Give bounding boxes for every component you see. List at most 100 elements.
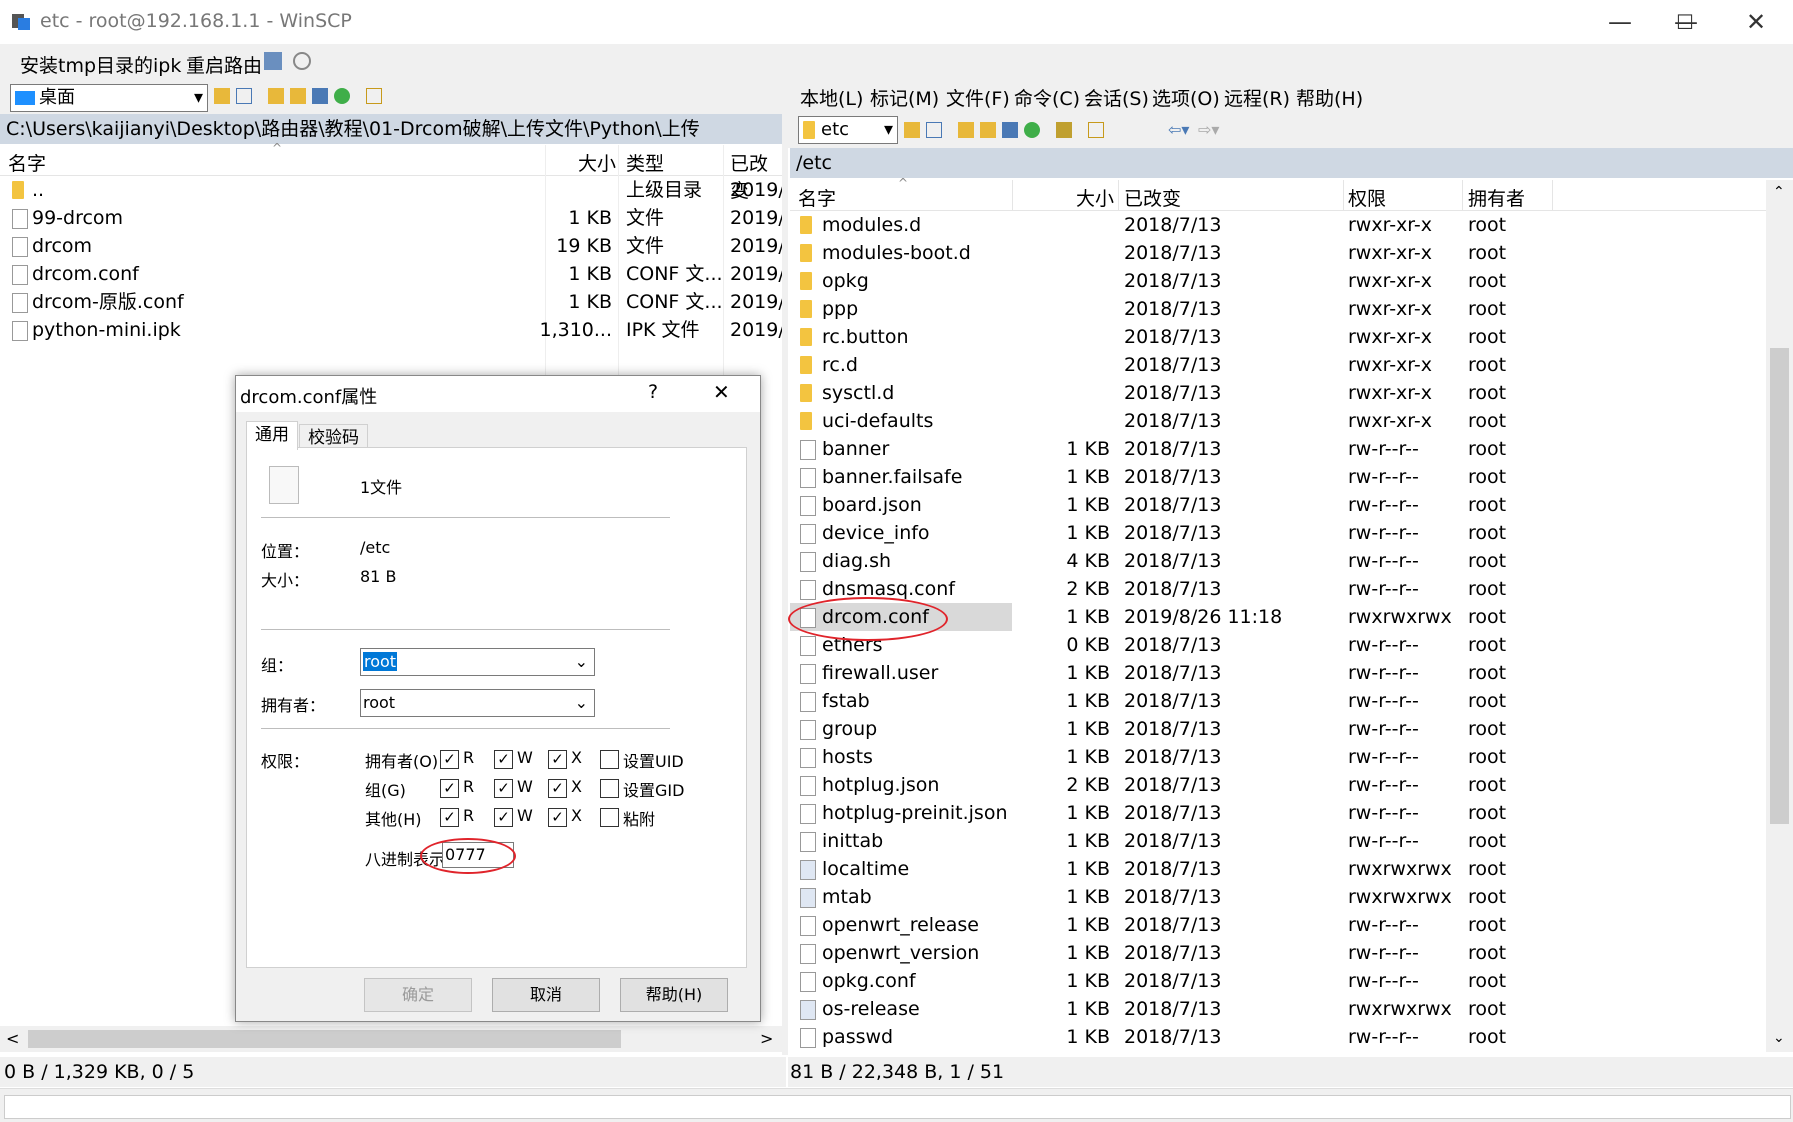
reboot-router-button[interactable]: 重启路由 xyxy=(180,49,268,80)
col-size[interactable]: 大小 xyxy=(578,149,616,176)
table-row[interactable]: drcom 19 KB 文件 2019/ xyxy=(0,232,785,260)
left-path-bar[interactable]: C:\Users\kaijianyi\Desktop\路由器\教程\01-Drc… xyxy=(0,114,788,144)
col-changed[interactable]: 已改变 xyxy=(1124,184,1181,211)
scroll-left-icon[interactable]: < xyxy=(6,1029,19,1048)
perm-x-checkbox[interactable]: ✓ xyxy=(548,808,567,827)
back-icon[interactable]: ⇦▾ xyxy=(1168,120,1189,139)
table-row[interactable]: openwrt_release 1 KB 2018/7/13 rw-r--r-- roo… xyxy=(790,911,1766,939)
table-row[interactable]: os-release 1 KB 2018/7/13 rwxrwxrwx root xyxy=(790,995,1766,1023)
parent-dir-icon[interactable] xyxy=(958,122,974,138)
perm-w-checkbox[interactable]: ✓ xyxy=(494,779,513,798)
table-row[interactable]: python-mini.ipk 1,310... IPK 文件 2019/ xyxy=(0,316,785,344)
table-row[interactable]: diag.sh 4 KB 2018/7/13 rw-r--r-- root xyxy=(790,547,1766,575)
filter-icon[interactable] xyxy=(926,122,942,138)
open-folder-icon[interactable] xyxy=(904,122,920,138)
table-row[interactable]: firewall.user 1 KB 2018/7/13 rw-r--r-- root xyxy=(790,659,1766,687)
scroll-thumb[interactable] xyxy=(1770,348,1789,824)
table-row[interactable]: device_info 1 KB 2018/7/13 rw-r--r-- root xyxy=(790,519,1766,547)
parent-dir-icon[interactable] xyxy=(268,88,284,104)
table-row[interactable]: banner 1 KB 2018/7/13 rw-r--r-- root xyxy=(790,435,1766,463)
col-rights[interactable]: 权限 xyxy=(1348,184,1386,211)
table-row[interactable]: group 1 KB 2018/7/13 rw-r--r-- root xyxy=(790,715,1766,743)
scroll-down-icon[interactable]: ⌄ xyxy=(1773,1030,1785,1046)
install-ipk-button[interactable]: 安装tmp目录的ipk xyxy=(14,49,187,80)
col-owner[interactable]: 拥有者 xyxy=(1468,184,1525,211)
perm-x-checkbox[interactable]: ✓ xyxy=(548,779,567,798)
table-row[interactable]: inittab 1 KB 2018/7/13 rw-r--r-- root xyxy=(790,827,1766,855)
col-size[interactable]: 大小 xyxy=(1076,184,1114,211)
minimize-button[interactable]: — xyxy=(1590,0,1650,44)
table-row[interactable]: fstab 1 KB 2018/7/13 rw-r--r-- root xyxy=(790,687,1766,715)
root-dir-icon[interactable] xyxy=(980,122,996,138)
table-row[interactable]: openwrt_version 1 KB 2018/7/13 rw-r--r-- roo… xyxy=(790,939,1766,967)
perm-x-checkbox[interactable]: ✓ xyxy=(548,750,567,769)
perm-w-checkbox[interactable]: ✓ xyxy=(494,750,513,769)
table-row[interactable]: hosts 1 KB 2018/7/13 rw-r--r-- root xyxy=(790,743,1766,771)
drive-select[interactable]: 桌面 ▾ xyxy=(10,84,208,112)
table-row[interactable]: modules.d 2018/7/13 rwxr-xr-x root xyxy=(790,211,1766,239)
perm-w-checkbox[interactable]: ✓ xyxy=(494,808,513,827)
maximize-button[interactable]: ☐ xyxy=(1655,0,1715,44)
perm-r-checkbox[interactable]: ✓ xyxy=(440,779,459,798)
group-select[interactable]: root ⌄ xyxy=(360,648,595,676)
menu-item[interactable]: 文件(F) xyxy=(946,84,1010,111)
table-row[interactable]: drcom.conf 1 KB CONF 文... 2019/ xyxy=(0,260,785,288)
menu-item[interactable]: 帮助(H) xyxy=(1296,84,1363,111)
refresh-icon[interactable] xyxy=(1024,122,1040,138)
tab-general[interactable]: 通用 xyxy=(246,421,298,450)
table-row[interactable]: ppp 2018/7/13 rwxr-xr-x root xyxy=(790,295,1766,323)
right-vertical-scrollbar[interactable]: ⌃ ⌄ xyxy=(1766,180,1793,1052)
command-icon[interactable] xyxy=(264,52,282,70)
table-row[interactable]: passwd 1 KB 2018/7/13 rw-r--r-- root xyxy=(790,1023,1766,1051)
refresh-icon[interactable] xyxy=(334,88,350,104)
table-row[interactable]: rc.button 2018/7/13 rwxr-xr-x root xyxy=(790,323,1766,351)
menu-item[interactable]: 远程(R) xyxy=(1224,84,1290,111)
table-row[interactable]: board.json 1 KB 2018/7/13 rw-r--r-- root xyxy=(790,491,1766,519)
menu-item[interactable]: 本地(L) xyxy=(800,84,863,111)
table-row[interactable]: uci-defaults 2018/7/13 rwxr-xr-x root xyxy=(790,407,1766,435)
table-row[interactable]: drcom-原版.conf 1 KB CONF 文... 2019/ xyxy=(0,288,785,316)
table-row[interactable]: rc.d 2018/7/13 rwxr-xr-x root xyxy=(790,351,1766,379)
close-button[interactable]: ✕ xyxy=(1726,0,1786,44)
table-row[interactable]: sysctl.d 2018/7/13 rwxr-xr-x root xyxy=(790,379,1766,407)
remote-dir-select[interactable]: etc ▾ xyxy=(798,116,898,144)
forward-icon[interactable]: ⇨▾ xyxy=(1198,120,1219,139)
table-row[interactable]: hotplug.json 2 KB 2018/7/13 rw-r--r-- root xyxy=(790,771,1766,799)
left-horizontal-scrollbar[interactable]: < > xyxy=(0,1026,782,1052)
perm-r-checkbox[interactable]: ✓ xyxy=(440,808,459,827)
right-path-bar[interactable]: /etc xyxy=(790,148,1793,178)
help-button[interactable]: ? xyxy=(648,381,658,403)
perm-extra-checkbox[interactable] xyxy=(600,750,619,769)
table-row[interactable]: ethers 0 KB 2018/7/13 rw-r--r-- root xyxy=(790,631,1766,659)
dialog-close-button[interactable]: ✕ xyxy=(713,380,730,404)
panel-splitter[interactable] xyxy=(782,80,788,1055)
table-row[interactable]: .. 上级目录 2019/ xyxy=(0,176,785,204)
perm-extra-checkbox[interactable] xyxy=(600,808,619,827)
table-row[interactable]: hotplug-preinit.json 1 KB 2018/7/13 rw-r--r… xyxy=(790,799,1766,827)
cancel-button[interactable]: 取消 xyxy=(492,978,600,1012)
find-files-icon[interactable] xyxy=(1056,122,1072,138)
table-row[interactable]: 99-drcom 1 KB 文件 2019/ xyxy=(0,204,785,232)
menu-item[interactable]: 会话(S) xyxy=(1084,84,1149,111)
tree-icon[interactable] xyxy=(366,88,382,104)
ok-button[interactable]: 确定 xyxy=(364,978,472,1012)
table-row[interactable]: modules-boot.d 2018/7/13 rwxr-xr-x root xyxy=(790,239,1766,267)
open-folder-icon[interactable] xyxy=(214,88,230,104)
perm-r-checkbox[interactable]: ✓ xyxy=(440,750,459,769)
table-row[interactable]: dnsmasq.conf 2 KB 2018/7/13 rw-r--r-- root xyxy=(790,575,1766,603)
home-icon[interactable] xyxy=(312,88,328,104)
home-icon[interactable] xyxy=(1002,122,1018,138)
table-row[interactable]: localtime 1 KB 2018/7/13 rwxrwxrwx root xyxy=(790,855,1766,883)
owner-select[interactable]: root ⌄ xyxy=(360,689,595,717)
menu-item[interactable]: 命令(C) xyxy=(1014,84,1080,111)
menu-item[interactable]: 标记(M) xyxy=(870,84,939,111)
table-row[interactable]: opkg.conf 1 KB 2018/7/13 rw-r--r-- root xyxy=(790,967,1766,995)
col-type[interactable]: 类型 xyxy=(626,149,664,176)
command-line-input[interactable] xyxy=(4,1095,1791,1119)
gear-icon[interactable] xyxy=(293,52,311,70)
tab-checksum[interactable]: 校验码 xyxy=(299,424,368,449)
scroll-up-icon[interactable]: ⌃ xyxy=(1773,184,1785,200)
scroll-thumb[interactable] xyxy=(28,1030,621,1048)
col-name[interactable]: 名字 xyxy=(8,149,46,176)
help-dialog-button[interactable]: 帮助(H) xyxy=(620,978,728,1012)
